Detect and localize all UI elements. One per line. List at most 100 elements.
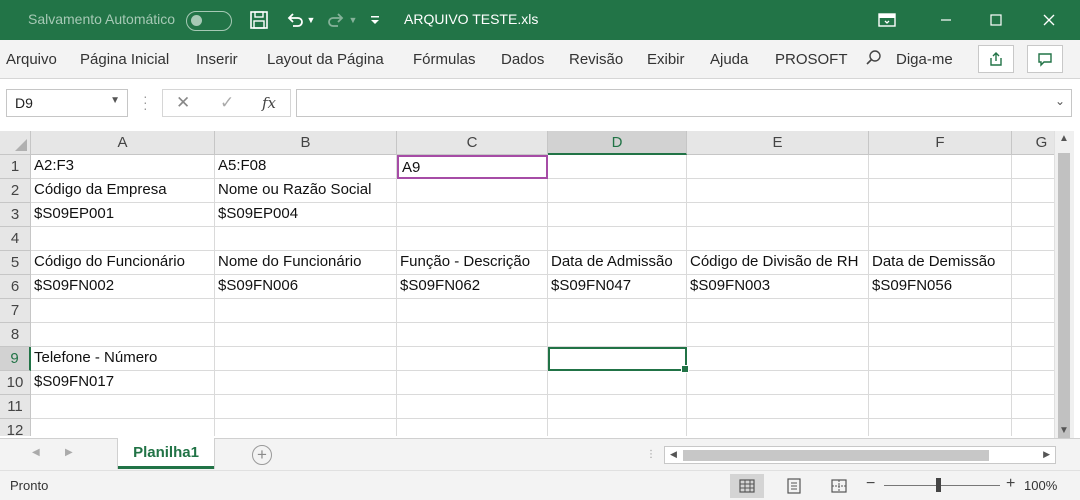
cell-a7[interactable] [31, 299, 215, 323]
cell-b4[interactable] [215, 227, 397, 251]
zoom-in-button[interactable]: + [1006, 475, 1015, 493]
tab-inserir[interactable]: Inserir [196, 51, 238, 68]
cell-a3[interactable]: $S09EP001 [31, 203, 215, 227]
chevron-down-icon[interactable]: ▼ [110, 95, 120, 106]
row-header-8[interactable]: 8 [0, 323, 31, 347]
spreadsheet-grid[interactable]: A B C D E F G 1 A2:F3 A5:F08 A9 2 Código da Empresa N… [0, 131, 1054, 436]
cell-d8[interactable] [548, 323, 687, 347]
expand-formula-bar-icon[interactable]: ⌄ [1055, 94, 1065, 108]
name-box[interactable]: D9 ▼ [6, 89, 128, 117]
cell-a11[interactable] [31, 395, 215, 419]
tab-revisao[interactable]: Revisão [569, 51, 623, 68]
cancel-icon[interactable]: ✕ [176, 93, 190, 113]
tab-prosoft[interactable]: PROSOFT [775, 51, 848, 68]
select-all-button[interactable] [0, 131, 31, 155]
maximize-button[interactable] [973, 0, 1019, 40]
cell-a5[interactable]: Código do Funcionário [31, 251, 215, 275]
cell-d9[interactable] [548, 347, 689, 373]
next-sheet-icon[interactable]: ▶ [65, 447, 73, 458]
cell-b11[interactable] [215, 395, 397, 419]
row-header-7[interactable]: 7 [0, 299, 31, 323]
autosave-toggle[interactable] [186, 11, 232, 31]
cell-a2[interactable]: Código da Empresa [31, 179, 215, 203]
cell-c12[interactable] [397, 419, 548, 436]
column-header-g[interactable]: G [1012, 131, 1054, 155]
cell-g5[interactable] [1012, 251, 1054, 275]
cell-f8[interactable] [869, 323, 1012, 347]
cell-e4[interactable] [687, 227, 869, 251]
drag-handle-icon[interactable]: · · · [143, 89, 148, 115]
row-header-11[interactable]: 11 [0, 395, 31, 419]
split-handle-icon[interactable]: ⋮ [646, 449, 656, 460]
cell-g8[interactable] [1012, 323, 1054, 347]
cell-b5[interactable]: Nome do Funcionário [215, 251, 397, 275]
tab-exibir[interactable]: Exibir [647, 51, 685, 68]
prev-sheet-icon[interactable]: ◀ [32, 447, 40, 458]
cell-c6[interactable]: $S09FN062 [397, 275, 548, 299]
cell-c8[interactable] [397, 323, 548, 347]
cell-f10[interactable] [869, 371, 1012, 395]
cell-b6[interactable]: $S09FN006 [215, 275, 397, 299]
cell-d4[interactable] [548, 227, 687, 251]
row-header-2[interactable]: 2 [0, 179, 31, 203]
cell-d3[interactable] [548, 203, 687, 227]
cell-c10[interactable] [397, 371, 548, 395]
cell-d7[interactable] [548, 299, 687, 323]
scroll-right-icon[interactable]: ▶ [1043, 449, 1050, 460]
tab-layout-da-pagina[interactable]: Layout da Página [267, 51, 384, 68]
cell-g11[interactable] [1012, 395, 1054, 419]
zoom-slider[interactable] [884, 485, 1000, 486]
cell-g7[interactable] [1012, 299, 1054, 323]
cell-d1[interactable] [548, 155, 687, 179]
cell-f2[interactable] [869, 179, 1012, 203]
cell-c3[interactable] [397, 203, 548, 227]
cell-e11[interactable] [687, 395, 869, 419]
cell-f4[interactable] [869, 227, 1012, 251]
vertical-scroll-thumb[interactable] [1058, 153, 1070, 443]
tab-arquivo[interactable]: Arquivo [6, 51, 57, 68]
cell-b9[interactable] [215, 347, 397, 371]
cell-b1[interactable]: A5:F08 [215, 155, 397, 179]
normal-view-icon[interactable] [730, 474, 764, 498]
cell-e7[interactable] [687, 299, 869, 323]
insert-function-icon[interactable]: fx [262, 94, 276, 112]
cell-b2[interactable]: Nome ou Razão Social [215, 179, 397, 203]
cell-g3[interactable] [1012, 203, 1054, 227]
cell-c1[interactable]: A9 [397, 155, 548, 179]
tab-formulas[interactable]: Fórmulas [413, 51, 476, 68]
cell-d5[interactable]: Data de Admissão [548, 251, 687, 275]
column-header-c[interactable]: C [397, 131, 548, 155]
cell-f12[interactable] [869, 419, 1012, 436]
cell-f3[interactable] [869, 203, 1012, 227]
cell-e10[interactable] [687, 371, 869, 395]
cell-e1[interactable] [687, 155, 869, 179]
cell-d2[interactable] [548, 179, 687, 203]
row-header-5[interactable]: 5 [0, 251, 31, 275]
cell-a12[interactable] [31, 419, 215, 436]
cell-e9[interactable] [687, 347, 869, 371]
column-header-a[interactable]: A [31, 131, 215, 155]
column-header-f[interactable]: F [869, 131, 1012, 155]
cell-e5[interactable]: Código de Divisão de RH [687, 251, 869, 275]
cell-f1[interactable] [869, 155, 1012, 179]
tab-pagina-inicial[interactable]: Página Inicial [80, 51, 169, 68]
cell-e8[interactable] [687, 323, 869, 347]
cell-g6[interactable] [1012, 275, 1054, 299]
zoom-out-button[interactable]: − [866, 475, 875, 493]
cell-b12[interactable] [215, 419, 397, 436]
lightbulb-search-icon[interactable] [865, 49, 883, 71]
column-header-b[interactable]: B [215, 131, 397, 155]
cell-a9[interactable]: Telefone - Número [31, 347, 215, 371]
zoom-percent[interactable]: 100% [1024, 478, 1057, 493]
undo-dropdown-icon[interactable]: ▼ [306, 8, 316, 32]
redo-icon[interactable] [324, 8, 348, 32]
horizontal-scrollbar[interactable]: ◀ ▶ [664, 446, 1056, 464]
save-icon[interactable] [247, 8, 271, 32]
scroll-down-icon[interactable]: ▼ [1059, 425, 1069, 436]
cell-a6[interactable]: $S09FN002 [31, 275, 215, 299]
share-button[interactable] [978, 45, 1014, 73]
cell-c2[interactable] [397, 179, 548, 203]
row-header-10[interactable]: 10 [0, 371, 31, 395]
cell-f11[interactable] [869, 395, 1012, 419]
row-header-3[interactable]: 3 [0, 203, 31, 227]
